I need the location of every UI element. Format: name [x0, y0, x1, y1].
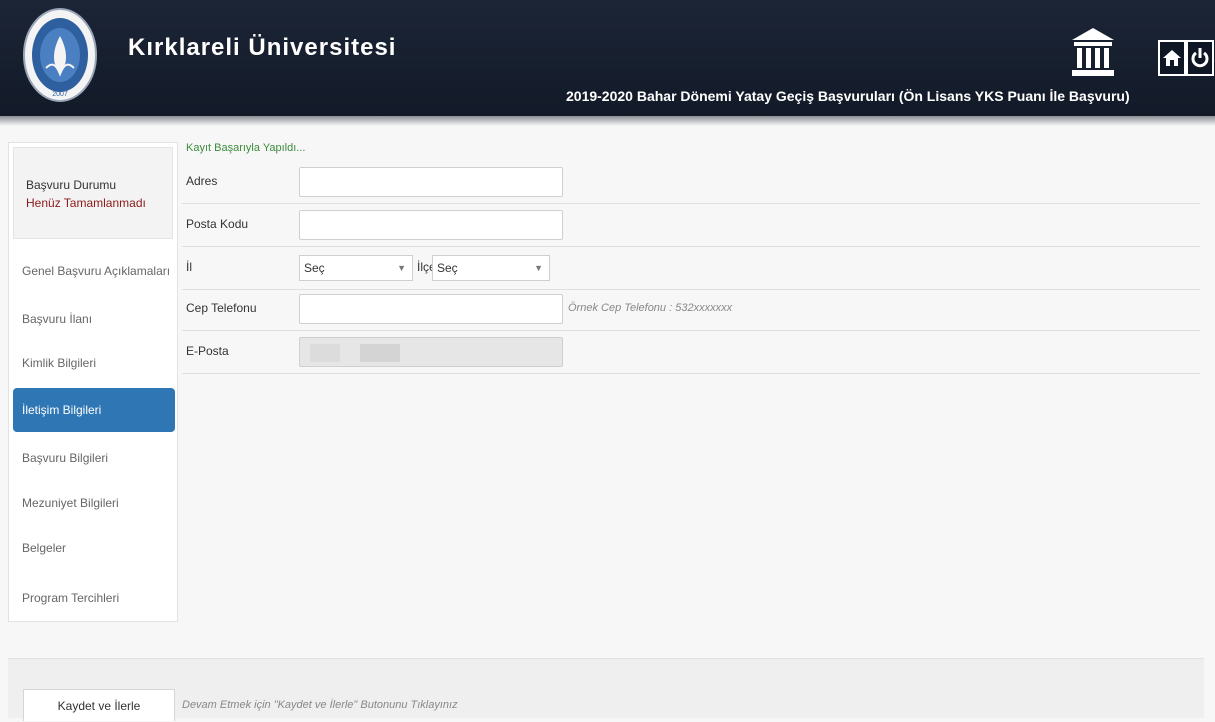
address-label: Adres: [186, 174, 218, 188]
sidebar-item-program-preferences[interactable]: Program Tercihleri: [13, 576, 175, 620]
institution-icon[interactable]: [1070, 26, 1116, 78]
sidebar-item-application[interactable]: Başvuru Bilgileri: [13, 436, 175, 480]
application-title: 2019-2020 Bahar Dönemi Yatay Geçiş Başvu…: [566, 88, 1130, 104]
status-value: Henüz Tamamlanmadı: [26, 196, 146, 210]
page-header: 2007 Kırklareli Üniversitesi 2019-2020 B…: [0, 0, 1215, 118]
logo-year: 2007: [52, 91, 68, 98]
home-button[interactable]: [1158, 40, 1186, 76]
logout-button[interactable]: [1186, 40, 1214, 76]
chevron-down-icon: ▼: [397, 263, 406, 273]
home-icon: [1163, 50, 1181, 66]
province-select[interactable]: Seç ▼: [299, 255, 413, 281]
province-label: İl: [186, 260, 192, 274]
phone-label: Cep Telefonu: [186, 301, 257, 315]
sidebar-item-contact[interactable]: İletişim Bilgileri: [13, 388, 175, 432]
province-row: İl Seç ▼ İlçe Seç ▼: [182, 247, 1200, 290]
redacted-block: [310, 344, 340, 362]
header-shadow: [0, 116, 1215, 126]
sidebar: Başvuru Durumu Henüz Tamamlanmadı Genel …: [8, 142, 178, 622]
footer-bar: Kaydet ve İlerle Devam Etmek için "Kayde…: [8, 658, 1204, 721]
footer-hint: Devam Etmek için "Kaydet ve İlerle" Buto…: [182, 699, 458, 711]
application-status-box: Başvuru Durumu Henüz Tamamlanmadı: [13, 147, 173, 239]
phone-input[interactable]: [299, 294, 563, 324]
district-selected: Seç: [437, 261, 458, 275]
success-message: Kayıt Başarıyla Yapıldı...: [186, 142, 306, 154]
site-title: Kırklareli Üniversitesi: [128, 34, 397, 61]
email-field: [299, 337, 563, 367]
postal-code-label: Posta Kodu: [186, 217, 249, 231]
sidebar-item-general-info[interactable]: Genel Başvuru Açıklamaları: [13, 249, 175, 293]
address-input[interactable]: [299, 167, 563, 197]
redacted-block: [360, 344, 400, 362]
sidebar-item-documents[interactable]: Belgeler: [13, 526, 175, 570]
sidebar-item-announcement[interactable]: Başvuru İlanı: [13, 297, 175, 341]
phone-hint: Örnek Cep Telefonu : 532xxxxxxx: [568, 302, 733, 314]
sidebar-item-identity[interactable]: Kimlik Bilgileri: [13, 341, 175, 385]
postal-code-input[interactable]: [299, 210, 563, 240]
power-icon: [1191, 48, 1209, 68]
address-row: Adres: [182, 161, 1200, 204]
university-logo: 2007: [23, 8, 97, 102]
status-label: Başvuru Durumu: [26, 178, 117, 192]
save-and-continue-button[interactable]: Kaydet ve İlerle: [23, 689, 175, 721]
email-row: E-Posta: [182, 331, 1200, 374]
phone-row: Cep Telefonu Örnek Cep Telefonu : 532xxx…: [182, 288, 1200, 331]
district-select[interactable]: Seç ▼: [432, 255, 550, 281]
province-selected: Seç: [304, 261, 325, 275]
sidebar-item-graduation[interactable]: Mezuniyet Bilgileri: [13, 481, 175, 525]
postal-code-row: Posta Kodu: [182, 204, 1200, 247]
chevron-down-icon: ▼: [534, 263, 543, 273]
email-label: E-Posta: [186, 344, 229, 358]
